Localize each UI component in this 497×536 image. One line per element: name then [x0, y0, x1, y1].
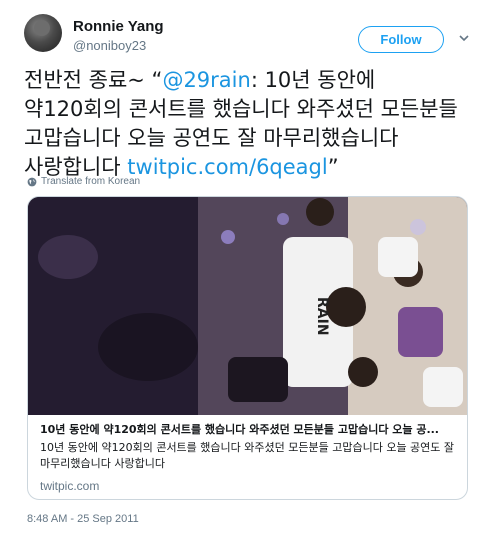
tweet-header: Ronnie Yang @noniboy23 Follow: [24, 14, 474, 58]
tweet-text-suffix: ”: [327, 155, 339, 179]
card-title: 10년 동안에 약120회의 콘서트를 했습니다 와주셨던 모든분들 고맙습니다…: [40, 423, 439, 436]
mention-link[interactable]: @29rain: [162, 68, 250, 92]
tweet-link[interactable]: twitpic.com/6qeagl: [127, 155, 327, 179]
card-body: 10년 동안에 약120회의 콘서트를 했습니다 와주셨던 모든분들 고맙습니다…: [40, 422, 458, 493]
card-description: 10년 동안에 약120회의 콘서트를 했습니다 와주셨던 모든분들 고맙습니다…: [40, 441, 455, 470]
link-card[interactable]: RAIN 10년 동안에 약120회의 콘서트를 했습니다 와주셨던 모든분들 …: [27, 196, 468, 500]
display-name[interactable]: Ronnie Yang: [73, 18, 164, 35]
tweet-text-prefix: 전반전 종료~ “: [24, 68, 163, 92]
card-domain: twitpic.com: [40, 479, 100, 493]
concert-photo: RAIN: [28, 197, 467, 415]
follow-button[interactable]: Follow: [358, 26, 444, 53]
globe-icon: [27, 177, 37, 186]
translate-link[interactable]: Translate from Korean: [27, 176, 140, 187]
tweet-timestamp[interactable]: 8:48 AM - 25 Sep 2011: [27, 513, 139, 525]
chevron-down-icon[interactable]: [457, 31, 471, 45]
shirt-text: RAIN: [314, 297, 330, 336]
card-image[interactable]: RAIN: [28, 197, 467, 415]
user-handle[interactable]: @noniboy23: [73, 38, 146, 53]
tweet-text: 전반전 종료~ “@29rain: 10년 동안에 약120회의 콘서트를 했습…: [24, 66, 474, 182]
avatar[interactable]: [24, 14, 62, 52]
translate-label: Translate from Korean: [41, 176, 141, 187]
